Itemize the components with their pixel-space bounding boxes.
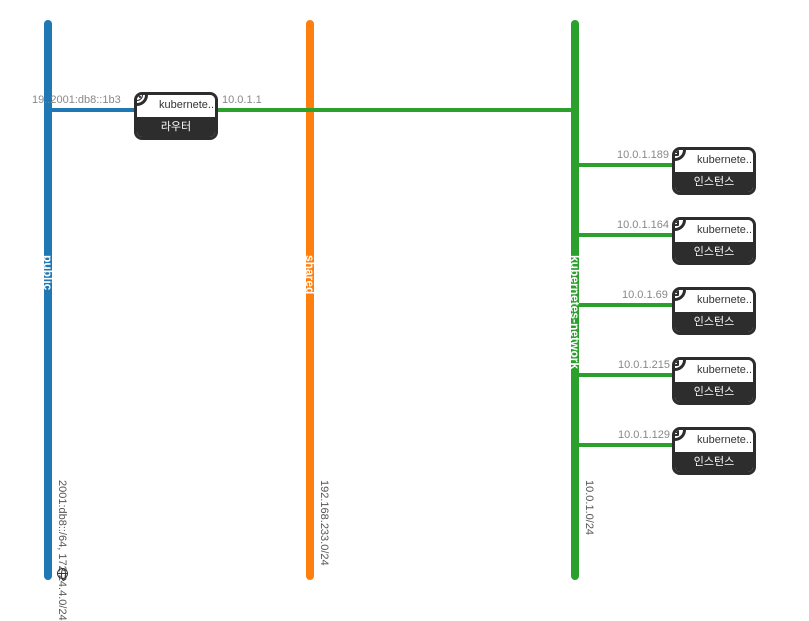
link-public-router: [52, 108, 137, 112]
instance-3-ip: 10.0.1.215: [618, 359, 670, 371]
network-shared-line[interactable]: [306, 20, 314, 580]
instance-2-node[interactable]: kubernete.. 인스턴스: [672, 287, 756, 335]
instance-2-type: 인스턴스: [675, 312, 753, 332]
instance-4-node[interactable]: kubernete.. 인스턴스: [672, 427, 756, 475]
network-k8s-cidr: 10.0.1.0/24: [583, 480, 595, 535]
instance-4-type: 인스턴스: [675, 452, 753, 472]
instance-1-name: kubernete..: [675, 220, 753, 242]
instance-3-type: 인스턴스: [675, 382, 753, 402]
link-instance-3: [579, 373, 674, 377]
instance-2-ip: 10.0.1.69: [622, 289, 668, 301]
link-router-k8s: [215, 108, 575, 112]
network-public-label: public: [41, 255, 55, 290]
link-instance-4: [579, 443, 674, 447]
instance-0-node[interactable]: kubernete.. 인스턴스: [672, 147, 756, 195]
instance-1-node[interactable]: kubernete.. 인스턴스: [672, 217, 756, 265]
instance-0-type: 인스턴스: [675, 172, 753, 192]
instance-2-name: kubernete..: [675, 290, 753, 312]
instance-1-type: 인스턴스: [675, 242, 753, 262]
instance-4-name: kubernete..: [675, 430, 753, 452]
instance-4-ip: 10.0.1.129: [618, 429, 670, 441]
network-public-cidr: 2001:db8::/64, 172.24.4.0/24: [56, 480, 68, 621]
link-instance-0: [579, 163, 674, 167]
router-type: 라우터: [137, 117, 215, 137]
link-instance-1: [579, 233, 674, 237]
instance-1-ip: 10.0.1.164: [617, 219, 669, 231]
network-shared-cidr: 192.168.233.0/24: [318, 480, 330, 566]
link-instance-2: [579, 303, 674, 307]
router-k8s-ip: 10.0.1.1: [222, 94, 262, 106]
instance-3-name: kubernete..: [675, 360, 753, 382]
router-name: kubernete..: [137, 95, 215, 117]
external-network-icon: [57, 568, 68, 579]
router-public-ip: 19..2001:db8::1b3: [32, 94, 121, 106]
instance-3-node[interactable]: kubernete.. 인스턴스: [672, 357, 756, 405]
network-shared-label: shared: [303, 255, 317, 294]
instance-0-ip: 10.0.1.189: [617, 149, 669, 161]
instance-0-name: kubernete..: [675, 150, 753, 172]
router-node[interactable]: kubernete.. 라우터: [134, 92, 218, 140]
network-k8s-label: kubernetes-network: [568, 255, 582, 369]
